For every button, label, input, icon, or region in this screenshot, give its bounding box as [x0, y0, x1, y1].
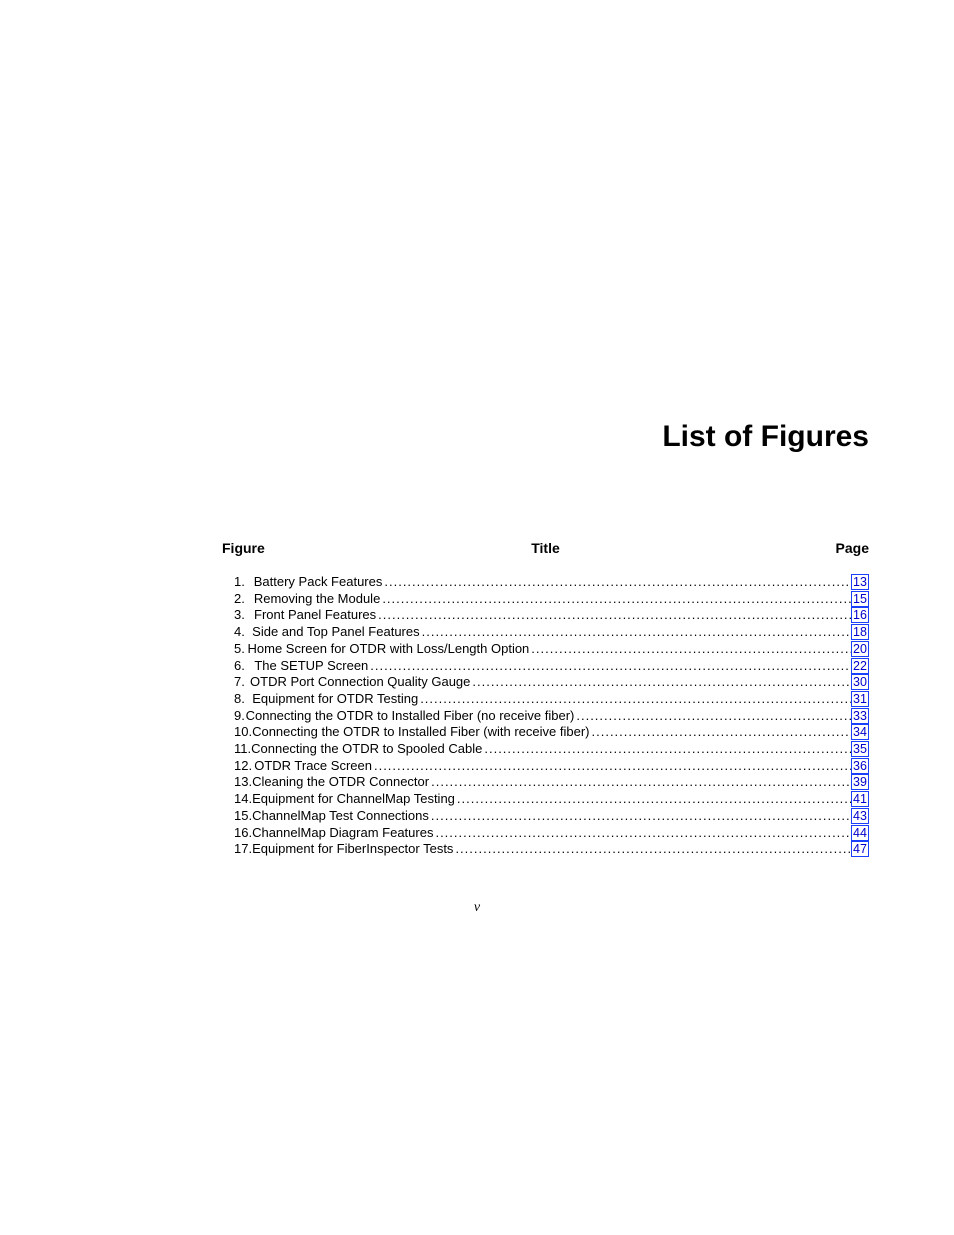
lof-entry: 2. Removing the Module 15 — [222, 591, 869, 608]
lof-entry-leader — [376, 607, 851, 624]
lof-entry-number: 17. — [222, 841, 252, 858]
lof-entry-leader — [429, 774, 851, 791]
lof-entry-number: 12. — [222, 758, 254, 775]
col-title-label: Title — [531, 540, 560, 556]
lof-entry-leader — [529, 641, 851, 658]
lof-entry-leader — [368, 658, 851, 675]
lof-entry-page-link[interactable]: 13 — [851, 574, 869, 590]
lof-entry-number: 8. — [222, 691, 252, 708]
lof-entry-title: Side and Top Panel Features — [252, 624, 419, 641]
lof-entry-number: 2. — [222, 591, 254, 608]
lof-entry: 6. The SETUP Screen 22 — [222, 658, 869, 675]
lof-entry-page-link[interactable]: 31 — [851, 691, 869, 707]
page-number: v — [474, 900, 480, 916]
lof-entry-page-link[interactable]: 43 — [851, 808, 869, 824]
lof-entry-title: OTDR Trace Screen — [254, 758, 372, 775]
list-of-figures-heading: List of Figures — [662, 420, 869, 454]
lof-entry-page-link[interactable]: 34 — [851, 724, 869, 740]
lof-entry: 13. Cleaning the OTDR Connector 39 — [222, 774, 869, 791]
lof-entry-leader — [574, 708, 851, 725]
lof-entry-page-link[interactable]: 22 — [851, 658, 869, 674]
page: List of Figures Figure Title Page 1. Bat… — [0, 0, 954, 1235]
lof-entry-number: 6. — [222, 658, 254, 675]
lof-entry: 4. Side and Top Panel Features 18 — [222, 624, 869, 641]
lof-entry-leader — [380, 591, 851, 608]
lof-list: 1. Battery Pack Features 13 2. Removing … — [222, 574, 869, 858]
lof-entry-page-link[interactable]: 36 — [851, 758, 869, 774]
lof-entry-title: Connecting the OTDR to Installed Fiber (… — [252, 724, 589, 741]
lof-entry: 12. OTDR Trace Screen 36 — [222, 758, 869, 775]
lof-entry-title: Equipment for ChannelMap Testing — [252, 791, 455, 808]
lof-entry-title: Connecting the OTDR to Spooled Cable — [251, 741, 482, 758]
lof-entry-page-link[interactable]: 41 — [851, 791, 869, 807]
lof-entry-title: Removing the Module — [254, 591, 380, 608]
lof-entry-page-link[interactable]: 15 — [851, 591, 869, 607]
lof-entry-leader — [470, 674, 851, 691]
lof-entry-title: Equipment for OTDR Testing — [252, 691, 418, 708]
lof-entry-title: Connecting the OTDR to Installed Fiber (… — [246, 708, 575, 725]
lof-entry-leader — [433, 825, 851, 842]
lof-entry-leader — [429, 808, 851, 825]
lof-entry-leader — [372, 758, 851, 775]
lof-entry-leader — [482, 741, 851, 758]
lof-entry-page-link[interactable]: 35 — [851, 741, 869, 757]
lof-entry-page-link[interactable]: 47 — [851, 841, 869, 857]
lof-entry-number: 16. — [222, 825, 252, 842]
lof-entry-number: 3. — [222, 607, 254, 624]
lof-entry: 11. Connecting the OTDR to Spooled Cable… — [222, 741, 869, 758]
lof-entry-number: 11. — [222, 741, 251, 758]
lof-entry-title: ChannelMap Diagram Features — [252, 825, 433, 842]
lof-entry-leader — [420, 624, 851, 641]
lof-entry: 5. Home Screen for OTDR with Loss/Length… — [222, 641, 869, 658]
lof-entry-leader — [455, 791, 851, 808]
lof-entry-page-link[interactable]: 30 — [851, 674, 869, 690]
lof-entry-number: 10. — [222, 724, 252, 741]
lof-entry-number: 15. — [222, 808, 252, 825]
col-figure-label: Figure — [222, 540, 265, 556]
lof-entry: 15. ChannelMap Test Connections 43 — [222, 808, 869, 825]
lof-entry: 3. Front Panel Features 16 — [222, 607, 869, 624]
lof-entry: 9. Connecting the OTDR to Installed Fibe… — [222, 708, 869, 725]
lof-entry: 17. Equipment for FiberInspector Tests 4… — [222, 841, 869, 858]
lof-entry-page-link[interactable]: 18 — [851, 624, 869, 640]
lof-entry-leader — [453, 841, 851, 858]
lof-entry-page-link[interactable]: 44 — [851, 825, 869, 841]
lof-entry-title: Cleaning the OTDR Connector — [252, 774, 429, 791]
lof-entry-number: 4. — [222, 624, 252, 641]
lof-entry-page-link[interactable]: 16 — [851, 607, 869, 623]
lof-entry-number: 1. — [222, 574, 254, 591]
lof-entry-number: 14. — [222, 791, 252, 808]
lof-columns-header: Figure Title Page — [222, 540, 869, 556]
lof-entry-title: OTDR Port Connection Quality Gauge — [250, 674, 470, 691]
lof-entry-title: The SETUP Screen — [254, 658, 368, 675]
lof-entry-leader — [382, 574, 851, 591]
lof-entry-page-link[interactable]: 20 — [851, 641, 869, 657]
lof-entry: 7. OTDR Port Connection Quality Gauge 30 — [222, 674, 869, 691]
lof-entry: 14. Equipment for ChannelMap Testing 41 — [222, 791, 869, 808]
lof-entry-page-link[interactable]: 39 — [851, 774, 869, 790]
lof-entry: 16. ChannelMap Diagram Features 44 — [222, 825, 869, 842]
lof-entry-title: Equipment for FiberInspector Tests — [252, 841, 453, 858]
lof-entry-number: 9. — [222, 708, 246, 725]
lof-entry-title: Front Panel Features — [254, 607, 376, 624]
lof-entry-leader — [590, 724, 852, 741]
lof-entry-number: 7. — [222, 674, 250, 691]
lof-entry: 10. Connecting the OTDR to Installed Fib… — [222, 724, 869, 741]
lof-entry: 8. Equipment for OTDR Testing 31 — [222, 691, 869, 708]
lof-entry-title: Battery Pack Features — [254, 574, 383, 591]
lof-entry-leader — [418, 691, 851, 708]
lof-entry: 1. Battery Pack Features 13 — [222, 574, 869, 591]
lof-entry-title: ChannelMap Test Connections — [252, 808, 429, 825]
lof-entry-number: 13. — [222, 774, 252, 791]
lof-entry-number: 5. — [222, 641, 248, 658]
lof-entry-title: Home Screen for OTDR with Loss/Length Op… — [248, 641, 530, 658]
col-page-label: Page — [836, 540, 869, 556]
lof-entry-page-link[interactable]: 33 — [851, 708, 869, 724]
